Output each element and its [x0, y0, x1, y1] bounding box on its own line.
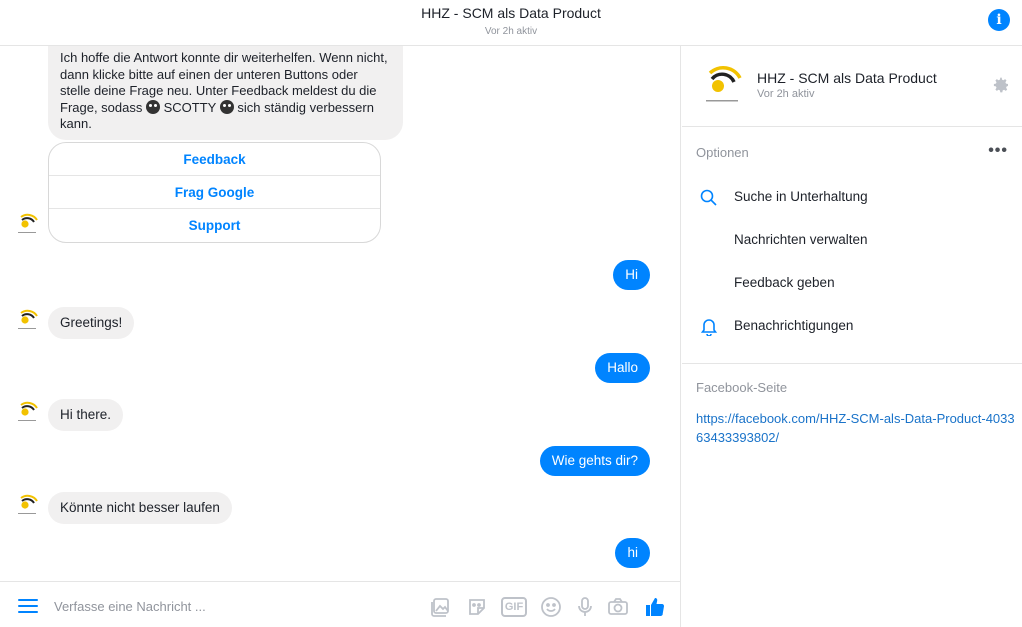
- user-message: Hallo: [595, 353, 650, 383]
- facebook-page-heading: Facebook-Seite: [696, 380, 788, 395]
- options-heading: Optionen: [696, 145, 749, 160]
- search-in-conversation-option[interactable]: Suche in Unterhaltung: [734, 189, 868, 204]
- bot-message: Hi there.: [48, 399, 124, 431]
- thumbs-up-icon[interactable]: [644, 596, 666, 618]
- bear-emoji-icon: [146, 99, 160, 114]
- message-input[interactable]: [54, 596, 354, 616]
- bot-avatar[interactable]: [14, 493, 40, 519]
- image-icon[interactable]: [429, 596, 451, 618]
- conversation-header: HHZ - SCM als Data Product Vor 2h aktiv …: [0, 0, 1022, 46]
- conversation-title: HHZ - SCM als Data Product: [421, 5, 601, 21]
- search-icon: [699, 188, 719, 208]
- user-message: Wie gehts dir?: [539, 446, 650, 476]
- bot-message: Ich hoffe die Antwort konnte dir weiterh…: [48, 46, 403, 140]
- frag-google-button[interactable]: Frag Google: [49, 176, 380, 209]
- feedback-button[interactable]: Feedback: [49, 143, 380, 176]
- bear-emoji-icon: [219, 99, 234, 114]
- profile-header: HHZ - SCM als Data Product Vor 2h aktiv: [682, 46, 1022, 127]
- notifications-option[interactable]: Benachrichtigungen: [734, 318, 853, 333]
- gear-icon[interactable]: [992, 76, 1010, 94]
- conversation-info-panel: HHZ - SCM als Data Product Vor 2h aktiv …: [682, 46, 1022, 627]
- bot-message: Könnte nicht besser laufen: [48, 492, 232, 524]
- menu-icon[interactable]: [18, 599, 38, 613]
- profile-name: HHZ - SCM als Data Product: [757, 70, 937, 86]
- gif-icon[interactable]: GIF: [501, 597, 527, 617]
- page-logo[interactable]: [698, 62, 746, 110]
- sticker-icon[interactable]: [466, 596, 488, 618]
- emoji-icon[interactable]: [540, 596, 562, 618]
- bot-message: Greetings!: [48, 307, 135, 339]
- microphone-icon[interactable]: [574, 596, 596, 618]
- facebook-page-link[interactable]: https://facebook.com/HHZ-SCM-als-Data-Pr…: [696, 409, 1016, 447]
- quick-reply-buttons: Feedback Frag Google Support: [48, 142, 381, 243]
- divider: [682, 363, 1022, 364]
- message-composer: GIF: [0, 581, 681, 627]
- camera-icon[interactable]: [607, 596, 629, 618]
- more-options-icon[interactable]: •••: [988, 142, 1008, 160]
- info-icon[interactable]: i: [988, 9, 1010, 31]
- manage-messages-option[interactable]: Nachrichten verwalten: [734, 232, 868, 247]
- bot-name: SCOTTY: [163, 99, 217, 115]
- user-message: hi: [615, 538, 650, 568]
- bot-avatar[interactable]: [14, 308, 40, 334]
- profile-status: Vor 2h aktiv: [757, 88, 815, 100]
- support-button[interactable]: Support: [49, 209, 380, 242]
- conversation-status: Vor 2h aktiv: [484, 26, 538, 37]
- user-message: Hi: [613, 260, 650, 290]
- give-feedback-option[interactable]: Feedback geben: [734, 275, 835, 290]
- message-list[interactable]: Ich hoffe die Antwort konnte dir weiterh…: [0, 46, 681, 581]
- bell-icon: [699, 316, 719, 337]
- bot-avatar[interactable]: [14, 400, 40, 426]
- bot-avatar[interactable]: [14, 212, 40, 238]
